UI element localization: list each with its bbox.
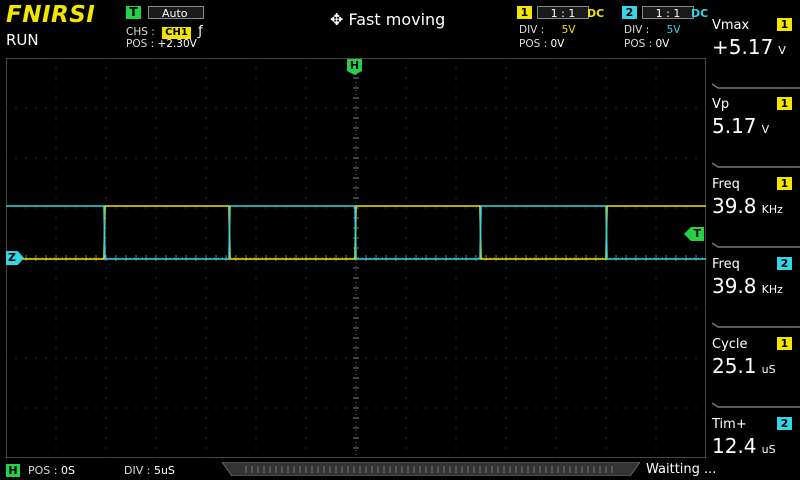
memory-scrollbar[interactable] <box>222 462 640 476</box>
measurement-item[interactable]: Tim+ 2 12.4 uS <box>712 417 796 467</box>
measurement-channel-badge: 2 <box>777 257 792 270</box>
measurement-item[interactable]: Cycle 1 25.1 uS <box>712 337 796 387</box>
trigger-pos-value: +2.30V <box>157 38 197 50</box>
measurement-item[interactable]: Vmax 1 +5.17 V <box>712 18 796 68</box>
trigger-source-row: CHS : CH1 ƒ <box>126 24 203 39</box>
measurement-value: 39.8 <box>712 274 757 298</box>
trigger-mode[interactable]: Auto <box>148 6 204 20</box>
measurement-unit: uS <box>761 443 776 456</box>
trigger-tag[interactable]: T <box>126 6 141 19</box>
panel-divider <box>711 394 800 408</box>
brand-logo: FNIRSI <box>6 2 96 28</box>
move-mode[interactable]: ✥ Fast moving <box>330 10 445 29</box>
measurement-item[interactable]: Freq 2 39.8 KHz <box>712 257 796 307</box>
move-mode-label: Fast moving <box>348 10 446 29</box>
ch2-pos-label: POS : <box>624 38 653 50</box>
chs-label: CHS : <box>126 26 155 38</box>
panel-divider <box>711 75 800 89</box>
rising-edge-icon[interactable]: ƒ <box>198 24 203 39</box>
timebase-pos[interactable]: POS : 0S <box>28 464 75 477</box>
timebase-div-label: DIV : <box>124 464 151 477</box>
timebase-pos-label: POS : <box>28 464 58 477</box>
measurement-value: 39.8 <box>712 194 757 218</box>
run-state[interactable]: RUN <box>6 31 39 49</box>
trigger-pos-row: POS : +2.30V <box>126 38 197 50</box>
measurement-item[interactable]: Freq 1 39.8 KHz <box>712 177 796 227</box>
ch1-pos-row: POS : 0V <box>519 38 564 50</box>
ch2-number[interactable]: 2 <box>622 6 637 19</box>
measurement-channel-badge: 1 <box>777 177 792 190</box>
trigger-pos-label: POS : <box>126 38 155 50</box>
move-arrows-icon: ✥ <box>330 10 344 29</box>
ch2-div-value: 5V <box>666 24 681 36</box>
ch2-div-row: DIV : 5V <box>624 24 680 36</box>
status-text: Waitting ... <box>646 462 717 477</box>
ch2-probe-ratio[interactable]: 1 : 1 <box>642 6 694 20</box>
measurement-item[interactable]: Vp 1 5.17 V <box>712 97 796 147</box>
measurement-value: +5.17 <box>712 35 774 59</box>
measurement-unit: V <box>761 123 770 136</box>
timebase-tag[interactable]: H <box>6 464 20 477</box>
measurement-channel-badge: 1 <box>777 18 792 31</box>
ch1-div-label: DIV : <box>519 24 545 36</box>
panel-divider <box>711 314 800 328</box>
measurement-unit: uS <box>761 363 776 376</box>
panel-divider <box>711 234 800 248</box>
ch1-pos-value: 0V <box>550 38 565 50</box>
ch1-div-row: DIV : 5V <box>519 24 575 36</box>
measurement-channel-badge: 2 <box>777 417 792 430</box>
measurement-unit: KHz <box>761 203 783 216</box>
ch1-pos-label: POS : <box>519 38 548 50</box>
measurement-value: 5.17 <box>712 114 757 138</box>
waveform-display[interactable] <box>6 58 706 458</box>
measurement-unit: V <box>778 44 786 57</box>
measurement-channel-badge: 1 <box>777 337 792 350</box>
ch2-pos-row: POS : 0V <box>624 38 669 50</box>
timebase-pos-value: 0S <box>60 464 75 477</box>
timebase-div-value: 5uS <box>153 464 175 477</box>
measurement-unit: KHz <box>761 283 783 296</box>
measurement-value: 12.4 <box>712 434 757 458</box>
timebase-div[interactable]: DIV : 5uS <box>124 464 175 477</box>
ch1-probe-ratio[interactable]: 1 : 1 <box>537 6 589 20</box>
ch1-coupling[interactable]: DC <box>587 7 604 20</box>
measurement-value: 25.1 <box>712 354 757 378</box>
ch2-pos-value: 0V <box>655 38 670 50</box>
measurement-channel-badge: 1 <box>777 97 792 110</box>
panel-divider <box>711 154 800 168</box>
ch2-div-label: DIV : <box>624 24 650 36</box>
ch1-div-value: 5V <box>561 24 576 36</box>
ch2-coupling[interactable]: DC <box>691 7 708 20</box>
ch1-number[interactable]: 1 <box>517 6 532 19</box>
